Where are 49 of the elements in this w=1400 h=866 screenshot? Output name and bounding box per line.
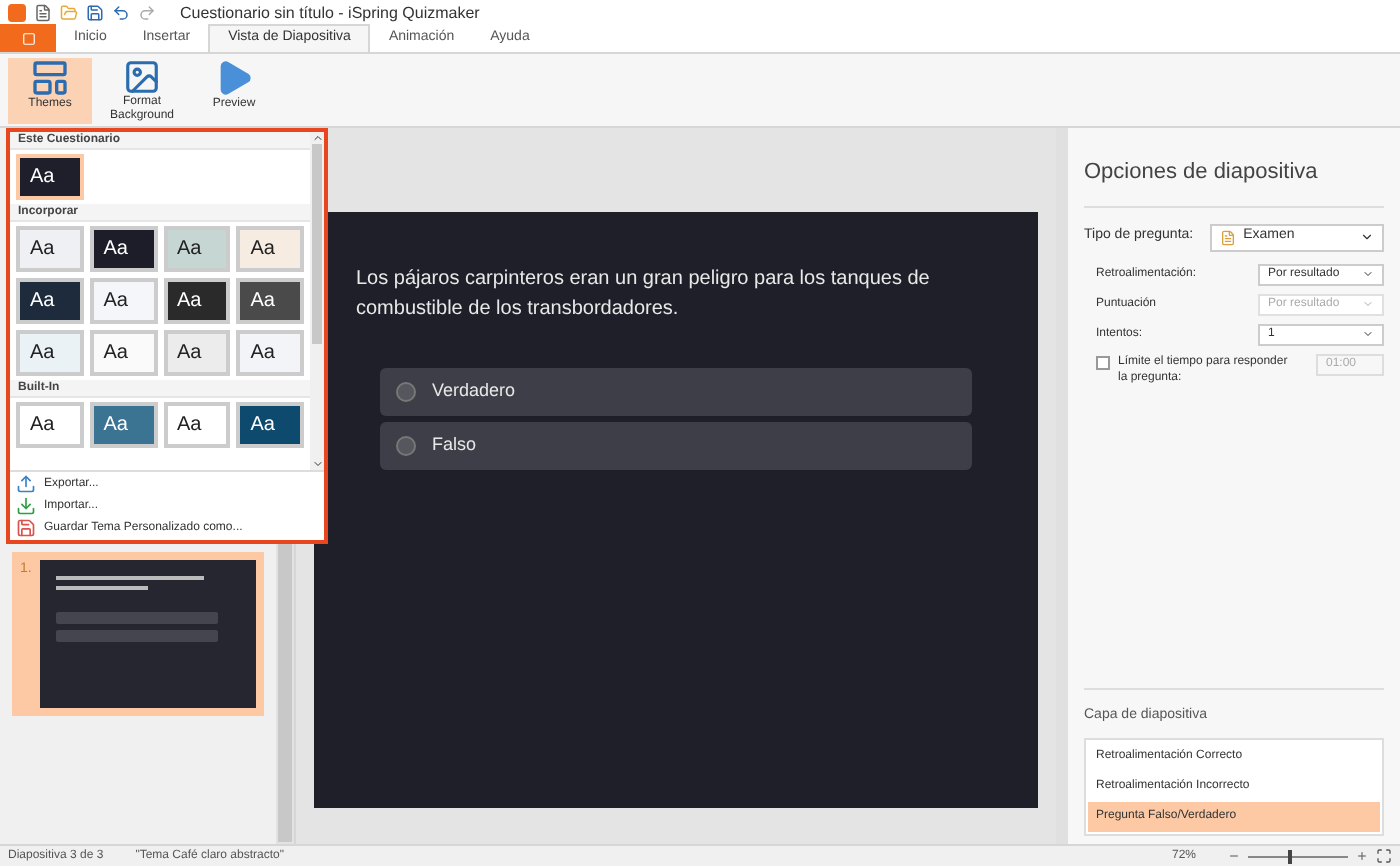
theme-swatch[interactable]: Aa [163, 278, 231, 324]
import-icon [16, 496, 36, 516]
theme-swatch[interactable]: Aa [89, 278, 157, 324]
theme-swatch[interactable]: Aa [16, 226, 84, 272]
radio-icon [396, 436, 416, 456]
chevron-down-icon [1362, 268, 1374, 280]
panel-title: Opciones de diapositiva [1084, 156, 1384, 207]
save-icon[interactable] [86, 4, 104, 22]
theme-swatch[interactable]: Aa [163, 330, 231, 376]
answer-option[interactable]: Falso [380, 422, 972, 470]
theme-swatch[interactable]: Aa [89, 402, 157, 448]
chevron-down-icon [1362, 328, 1374, 340]
zoom-out-icon[interactable] [1228, 850, 1240, 862]
layout-icon [30, 58, 70, 98]
answer-option[interactable]: Verdadero [380, 368, 972, 416]
new-file-icon[interactable] [34, 4, 52, 22]
answer-label: Verdadero [432, 378, 516, 405]
theme-swatch[interactable]: Aa [236, 402, 304, 448]
chevron-down-icon [311, 458, 323, 470]
redo-icon[interactable] [138, 4, 156, 22]
app-logo-icon [8, 4, 26, 22]
folder-icon[interactable] [60, 4, 78, 22]
scrollbar[interactable] [310, 132, 324, 470]
theme-swatch[interactable]: Aa [163, 402, 231, 448]
theme-swatch[interactable]: Aa [16, 330, 84, 376]
fit-icon[interactable] [1376, 848, 1392, 864]
checkbox[interactable] [1096, 355, 1110, 369]
answer-label: Falso [432, 432, 477, 459]
radio-icon [396, 382, 416, 402]
undo-icon[interactable] [112, 4, 130, 22]
chevron-down-icon [1362, 298, 1374, 310]
theme-swatch[interactable]: Aa [89, 330, 157, 376]
theme-swatch[interactable]: Aa [16, 154, 84, 200]
chevron-up-icon [311, 132, 323, 144]
save-icon [16, 518, 36, 538]
theme-swatch[interactable]: Aa [16, 402, 84, 448]
theme-swatch[interactable]: Aa [236, 330, 304, 376]
window-title: Cuestionario sin título - iSpring Quizmaker [180, 1, 480, 25]
theme-swatch[interactable]: Aa [16, 278, 84, 324]
export-icon [16, 474, 36, 494]
picture-icon [122, 58, 162, 96]
theme-swatch[interactable]: Aa [89, 226, 157, 272]
question-text: Los pájaros carpinteros eran un gran peligro para los tanques de combustible de los transbordadores. [356, 266, 932, 324]
zoom-in-icon[interactable] [1356, 850, 1368, 862]
chevron-down-icon [1360, 230, 1374, 244]
theme-swatch[interactable]: Aa [236, 278, 304, 324]
quiz-icon [1219, 229, 1236, 245]
theme-swatch[interactable]: Aa [163, 226, 231, 272]
theme-swatch[interactable]: Aa [236, 226, 304, 272]
